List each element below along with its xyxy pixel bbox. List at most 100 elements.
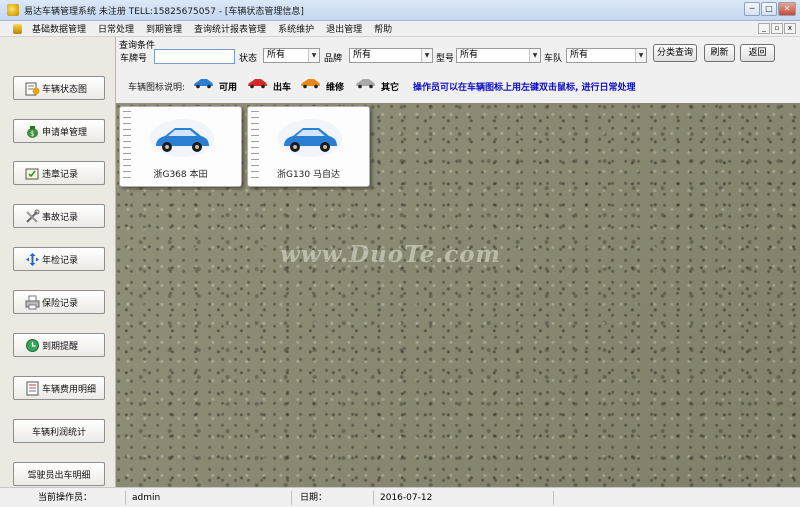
sidebar-item-driver-trips[interactable]: 驾驶员出车明细 xyxy=(13,462,105,486)
sidebar-item-accidents[interactable]: 事故记录 xyxy=(13,204,105,228)
vehicle-plate: 浙G130 马自达 xyxy=(276,170,340,180)
menu-system-maintenance[interactable]: 系统维护 xyxy=(272,22,320,35)
legend-available-label: 可用 xyxy=(219,83,238,93)
brand-label: 品牌 xyxy=(324,54,343,64)
status-label: 状态 xyxy=(239,54,258,64)
legend-car-body xyxy=(248,79,267,86)
minimize-button[interactable]: ─ xyxy=(744,2,760,16)
sidebar-item-profit-statistics[interactable]: 车辆利润统计 xyxy=(13,419,105,443)
brand-select[interactable]: 所有 ▼ xyxy=(349,48,433,63)
window-title: 易达车辆管理系统 未注册 TELL:15825675057 - [车辆状态管理信… xyxy=(24,6,304,17)
car-available-icon xyxy=(194,79,213,89)
sidebar: 车辆状态图 $ 申请单管理 违章记录 事故记录 年检记录 保险记录 到期提醒 车… xyxy=(0,37,116,487)
query-group-label: 查询条件 xyxy=(119,41,156,51)
team-select[interactable]: 所有 ▼ xyxy=(566,48,647,63)
chevron-down-icon: ▼ xyxy=(421,49,432,62)
car-other-icon xyxy=(356,79,375,89)
operation-hint: 操作员可以在车辆图标上用左键双击鼠标, 进行日常处理 xyxy=(413,83,636,93)
money-bag-icon: $ xyxy=(24,123,40,139)
mdi-controls: _ ▫ x xyxy=(757,23,796,34)
chevron-down-icon: ▼ xyxy=(635,49,646,62)
model-select-value: 所有 xyxy=(460,50,479,60)
sidebar-item-label: 违章记录 xyxy=(42,169,79,180)
back-button[interactable]: 返回 xyxy=(740,44,775,62)
sidebar-item-label: 车辆利润统计 xyxy=(31,427,86,438)
sidebar-item-label: 车辆费用明细 xyxy=(42,384,97,395)
status-empty xyxy=(554,491,800,505)
sidebar-item-label: 事故记录 xyxy=(42,212,79,223)
sidebar-item-label: 驾驶员出车明细 xyxy=(27,470,91,481)
team-label: 车队 xyxy=(544,54,563,64)
title-bar: 易达车辆管理系统 未注册 TELL:15825675057 - [车辆状态管理信… xyxy=(0,0,800,21)
sidebar-item-request-management[interactable]: $ 申请单管理 xyxy=(13,119,105,143)
arrows-icon xyxy=(24,251,40,267)
sidebar-item-label: 到期提醒 xyxy=(42,341,79,352)
chevron-down-icon: ▼ xyxy=(529,49,540,62)
vehicle-plate: 浙G368 本田 xyxy=(153,170,208,180)
vehicle-card[interactable]: 浙G130 马自达 xyxy=(247,106,370,187)
legend-other-label: 其它 xyxy=(381,83,400,93)
sidebar-item-annual-inspection[interactable]: 年检记录 xyxy=(13,247,105,271)
menu-app-icon[interactable] xyxy=(13,23,22,34)
car-icon xyxy=(150,119,214,157)
watermark: www.DuoTe.com xyxy=(280,241,501,268)
menu-bar: 基础数据管理 日常处理 到期管理 查询统计报表管理 系统维护 退出管理 帮助 _… xyxy=(0,21,800,37)
car-icon xyxy=(278,119,342,157)
mdi-minimize-button[interactable]: _ xyxy=(758,23,770,34)
query-panel: 查询条件 车牌号 状态 所有 ▼ 品牌 所有 ▼ 型号 所有 ▼ 车队 所有 ▼… xyxy=(116,37,800,103)
model-select[interactable]: 所有 ▼ xyxy=(456,48,541,63)
team-select-value: 所有 xyxy=(570,50,589,60)
printer-icon xyxy=(24,294,40,310)
chevron-down-icon: ▼ xyxy=(308,49,319,62)
ledger-icon xyxy=(24,380,40,396)
close-button[interactable]: ✕ xyxy=(778,2,796,16)
sidebar-item-insurance[interactable]: 保险记录 xyxy=(13,290,105,314)
vehicle-card[interactable]: 浙G368 本田 xyxy=(119,106,242,187)
status-select-value: 所有 xyxy=(267,50,286,60)
sidebar-item-label: 年检记录 xyxy=(42,255,79,266)
legend-car-body xyxy=(301,79,320,86)
car-status-icon xyxy=(24,80,40,96)
vehicle-status-board: 浙G368 本田 浙G130 马自达 www.DuoTe.com xyxy=(116,103,800,487)
date-label: 日期： xyxy=(292,490,374,505)
svg-text:$: $ xyxy=(30,130,34,138)
mdi-close-button[interactable]: x xyxy=(784,23,796,34)
menu-query-reports[interactable]: 查询统计报表管理 xyxy=(188,22,272,35)
sidebar-item-vehicle-status[interactable]: 车辆状态图 xyxy=(13,76,105,100)
plate-input[interactable] xyxy=(154,49,235,64)
brand-select-value: 所有 xyxy=(353,50,372,60)
plate-label: 车牌号 xyxy=(120,54,148,64)
maximize-button[interactable]: □ xyxy=(761,2,777,16)
classify-query-button[interactable]: 分类查询 xyxy=(653,44,697,62)
sidebar-item-expiry-reminder[interactable]: 到期提醒 xyxy=(13,333,105,357)
legend-repair-label: 维修 xyxy=(326,83,345,93)
violation-icon xyxy=(24,165,40,181)
window-controls: ─ □ ✕ xyxy=(743,2,796,16)
operator-label: 当前操作员： xyxy=(0,490,126,505)
menu-basic-data[interactable]: 基础数据管理 xyxy=(26,22,92,35)
status-bar: 当前操作员： admin 日期： 2016-07-12 xyxy=(0,487,800,507)
car-out-icon xyxy=(248,79,267,89)
menu-exit[interactable]: 退出管理 xyxy=(320,22,368,35)
refresh-button[interactable]: 刷新 xyxy=(704,44,735,62)
menu-daily-processing[interactable]: 日常处理 xyxy=(92,22,140,35)
legend-out-label: 出车 xyxy=(273,83,292,93)
menu-help[interactable]: 帮助 xyxy=(368,22,398,35)
sidebar-item-vehicle-expenses[interactable]: 车辆费用明细 xyxy=(13,376,105,400)
sidebar-item-violations[interactable]: 违章记录 xyxy=(13,161,105,185)
sidebar-item-label: 申请单管理 xyxy=(42,127,88,138)
sidebar-item-label: 车辆状态图 xyxy=(42,84,88,95)
mdi-restore-button[interactable]: ▫ xyxy=(771,23,783,34)
operator-value: admin xyxy=(126,490,292,505)
legend-car-body xyxy=(194,79,213,86)
menu-expiry-management[interactable]: 到期管理 xyxy=(140,22,188,35)
alarm-icon xyxy=(24,337,40,353)
legend-car-body xyxy=(356,79,375,86)
legend-title: 车辆图标说明: xyxy=(128,83,186,93)
status-select[interactable]: 所有 ▼ xyxy=(263,48,320,63)
tools-icon xyxy=(24,208,40,224)
model-label: 型号 xyxy=(436,54,455,64)
date-value: 2016-07-12 xyxy=(374,490,554,505)
app-icon xyxy=(7,4,19,16)
sidebar-item-label: 保险记录 xyxy=(42,298,79,309)
